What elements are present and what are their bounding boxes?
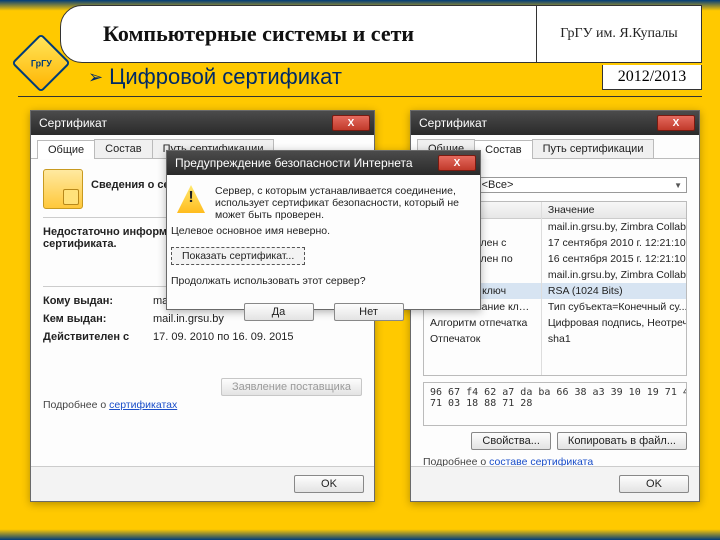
close-icon[interactable]: X	[438, 155, 476, 171]
tab-details[interactable]: Состав	[474, 140, 532, 159]
window-title: Предупреждение безопасности Интернета	[175, 156, 413, 170]
warning-line-2: Целевое основное имя неверно.	[171, 225, 470, 237]
warning-line-1: Сервер, с которым устанавливается соедин…	[171, 185, 470, 221]
dialog-footer: OK	[31, 466, 374, 501]
titlebar[interactable]: Сертификат X	[31, 111, 374, 135]
close-icon[interactable]: X	[657, 115, 695, 131]
learn-more-link[interactable]: сертификатах	[109, 399, 177, 411]
show-select-value: <Все>	[482, 179, 514, 191]
value-detail-box[interactable]: 96 67 f4 62 a7 da ba 66 38 a3 39 10 19 7…	[423, 382, 687, 426]
certificate-icon	[43, 169, 83, 209]
validity-row: Действителен с 17. 09. 2010 по 16. 09. 2…	[43, 331, 362, 343]
col-header-value[interactable]: Значение	[542, 202, 687, 219]
value-cell[interactable]: Цифровая подпись, Неотреч...	[542, 315, 687, 331]
value-cell[interactable]: mail.in.grsu.by, Zimbra Collab...	[542, 267, 687, 283]
titlebar[interactable]: Сертификат X	[411, 111, 699, 135]
value-cell[interactable]: 16 сентября 2015 г. 12:21:10	[542, 251, 687, 267]
slide-topic: ➢ Цифровой сертификат	[88, 64, 602, 90]
yes-button[interactable]: Да	[244, 303, 314, 321]
issued-by-label: Кем выдан:	[43, 313, 153, 325]
warning-body: Сервер, с которым устанавливается соедин…	[167, 175, 480, 331]
slide-subheader: ➢ Цифровой сертификат 2012/2013	[88, 62, 702, 92]
value-cell[interactable]: RSA (1024 Bits)	[542, 283, 687, 299]
slide-header: Компьютерные системы и сети ГрГУ им. Я.К…	[60, 5, 702, 63]
validity-label: Действителен с	[43, 331, 153, 343]
edit-properties-button[interactable]: Свойства...	[471, 432, 550, 450]
warning-question: Продолжать использовать этот сервер?	[171, 275, 470, 287]
tab-details[interactable]: Состав	[94, 139, 152, 158]
security-warning-dialog: Предупреждение безопасности Интернета X …	[166, 150, 481, 310]
titlebar[interactable]: Предупреждение безопасности Интернета X	[167, 151, 480, 175]
value-cell[interactable]: mail.in.grsu.by, Zimbra Collab...	[542, 219, 687, 235]
tab-general[interactable]: Общие	[37, 140, 95, 159]
header-title-box: Компьютерные системы и сети	[60, 5, 537, 63]
dialog-footer: OK	[411, 466, 699, 501]
tab-certpath[interactable]: Путь сертификации	[532, 139, 655, 158]
close-icon[interactable]: X	[332, 115, 370, 131]
issued-to-label: Кому выдан:	[43, 295, 153, 307]
value-cell[interactable]: Тип субъекта=Конечный су...	[542, 299, 687, 315]
valid-to: 16. 09. 2015	[232, 331, 293, 343]
issuer-statement-button: Заявление поставщика	[221, 378, 362, 396]
copy-to-file-button[interactable]: Копировать в файл...	[557, 432, 687, 450]
learn-more: Подробнее о сертификатах	[43, 399, 362, 411]
divider	[18, 96, 702, 97]
value-cell[interactable]: 17 сентября 2010 г. 12:21:10	[542, 235, 687, 251]
window-title: Сертификат	[39, 116, 107, 130]
academic-year: 2012/2013	[602, 65, 702, 90]
window-title: Сертификат	[419, 116, 487, 130]
value-cell[interactable]: sha1	[542, 331, 687, 347]
arrow-icon: ➢	[88, 67, 103, 88]
valid-from: 17. 09. 2010	[153, 331, 214, 343]
field-cell[interactable]: Отпечаток	[424, 331, 541, 347]
chevron-down-icon: ▼	[674, 181, 682, 190]
ok-button[interactable]: OK	[294, 475, 364, 493]
ok-button[interactable]: OK	[619, 475, 689, 493]
no-button[interactable]: Нет	[334, 303, 404, 321]
university-name: ГрГУ им. Я.Купалы	[537, 5, 702, 63]
course-title: Компьютерные системы и сети	[103, 21, 414, 47]
view-certificate-button[interactable]: Показать сертификат...	[171, 247, 305, 265]
show-select[interactable]: <Все> ▼	[477, 177, 687, 193]
